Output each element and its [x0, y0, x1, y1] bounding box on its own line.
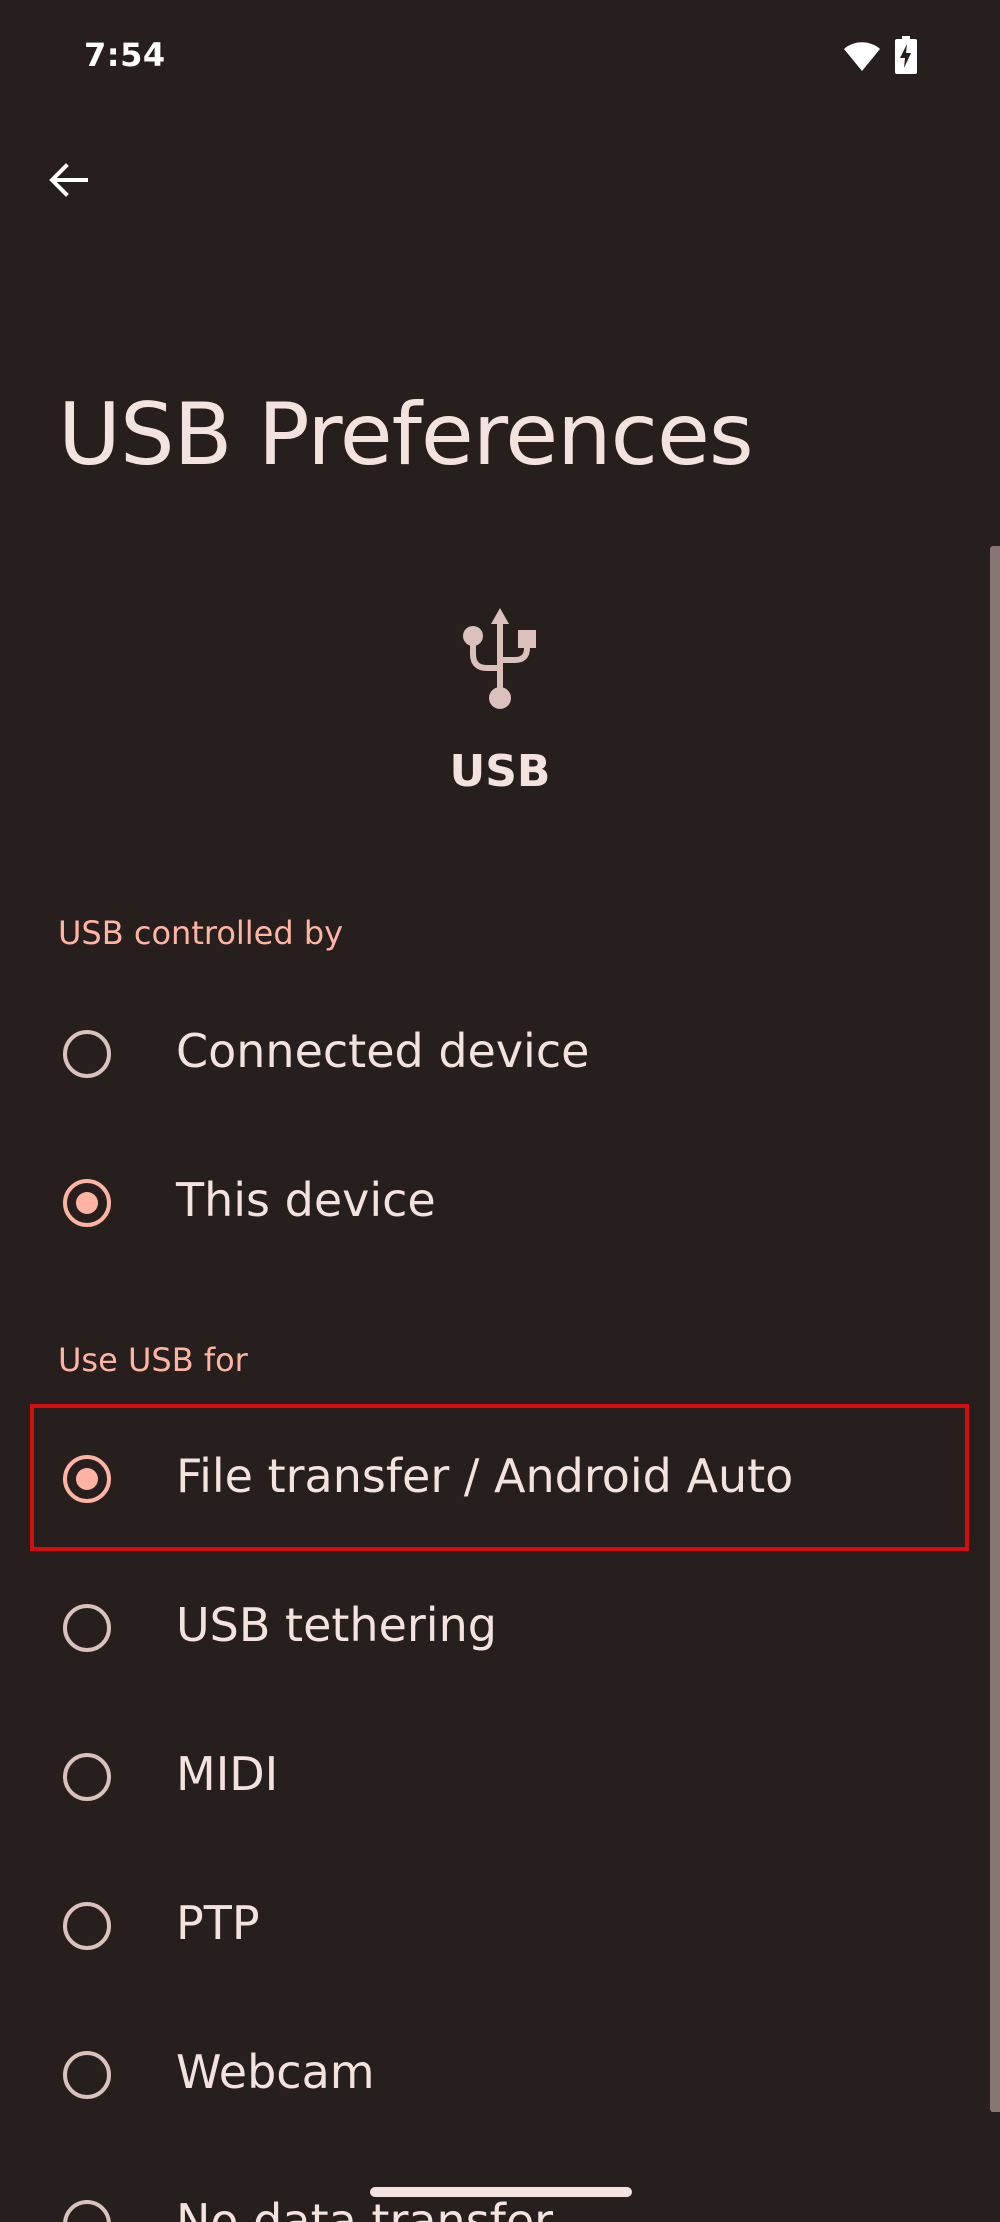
radio-button-unchecked[interactable]: [63, 2200, 111, 2222]
arrow-back-icon: [49, 163, 88, 197]
status-time: 7:54: [84, 36, 166, 74]
radio-option-connected-device[interactable]: Connected device: [0, 979, 980, 1128]
radio-option-usb-tethering[interactable]: USB tethering: [0, 1553, 980, 1702]
radio-option-label: This device: [176, 1173, 436, 1227]
radio-option-label: No data transfer: [176, 2194, 554, 2222]
radio-option-midi[interactable]: MIDI: [0, 1702, 980, 1851]
radio-option-label: PTP: [176, 1896, 260, 1950]
radio-option-file-transfer[interactable]: File transfer / Android Auto: [0, 1404, 980, 1553]
radio-button-unchecked[interactable]: [63, 2051, 111, 2099]
usb-preferences-screen: 7:54 USB Preferences USB USB controlled …: [0, 0, 1000, 2222]
status-bar: 7:54: [0, 0, 1000, 110]
page-title: USB Preferences: [58, 385, 754, 485]
wifi-icon: [844, 42, 880, 71]
usb-header-label: USB: [449, 746, 551, 797]
radio-option-webcam[interactable]: Webcam: [0, 2000, 980, 2149]
radio-button-unchecked[interactable]: [63, 1902, 111, 1950]
radio-option-label: File transfer / Android Auto: [176, 1449, 794, 1503]
radio-option-no-data-transfer[interactable]: No data transfer: [0, 2149, 980, 2222]
radio-button-unchecked[interactable]: [63, 1030, 111, 1078]
radio-button-checked[interactable]: [63, 1455, 111, 1503]
radio-option-ptp[interactable]: PTP: [0, 1851, 980, 2000]
radio-button-checked[interactable]: [63, 1179, 111, 1227]
radio-dot: [76, 1192, 98, 1214]
radio-option-label: Connected device: [176, 1024, 590, 1078]
radio-option-this-device[interactable]: This device: [0, 1128, 980, 1277]
navigation-handle[interactable]: [370, 2187, 632, 2197]
battery-charging-icon: [895, 36, 917, 74]
radio-button-unchecked[interactable]: [63, 1604, 111, 1652]
section-title-use-usb-for: Use USB for: [58, 1341, 248, 1379]
radio-option-label: Webcam: [176, 2045, 375, 2099]
section-title-controlled-by: USB controlled by: [58, 914, 344, 952]
radio-option-label: USB tethering: [176, 1598, 497, 1652]
radio-option-label: MIDI: [176, 1747, 279, 1801]
usb-icon: [463, 608, 536, 709]
radio-button-unchecked[interactable]: [63, 1753, 111, 1801]
back-button[interactable]: [28, 140, 108, 220]
radio-dot: [76, 1468, 98, 1490]
